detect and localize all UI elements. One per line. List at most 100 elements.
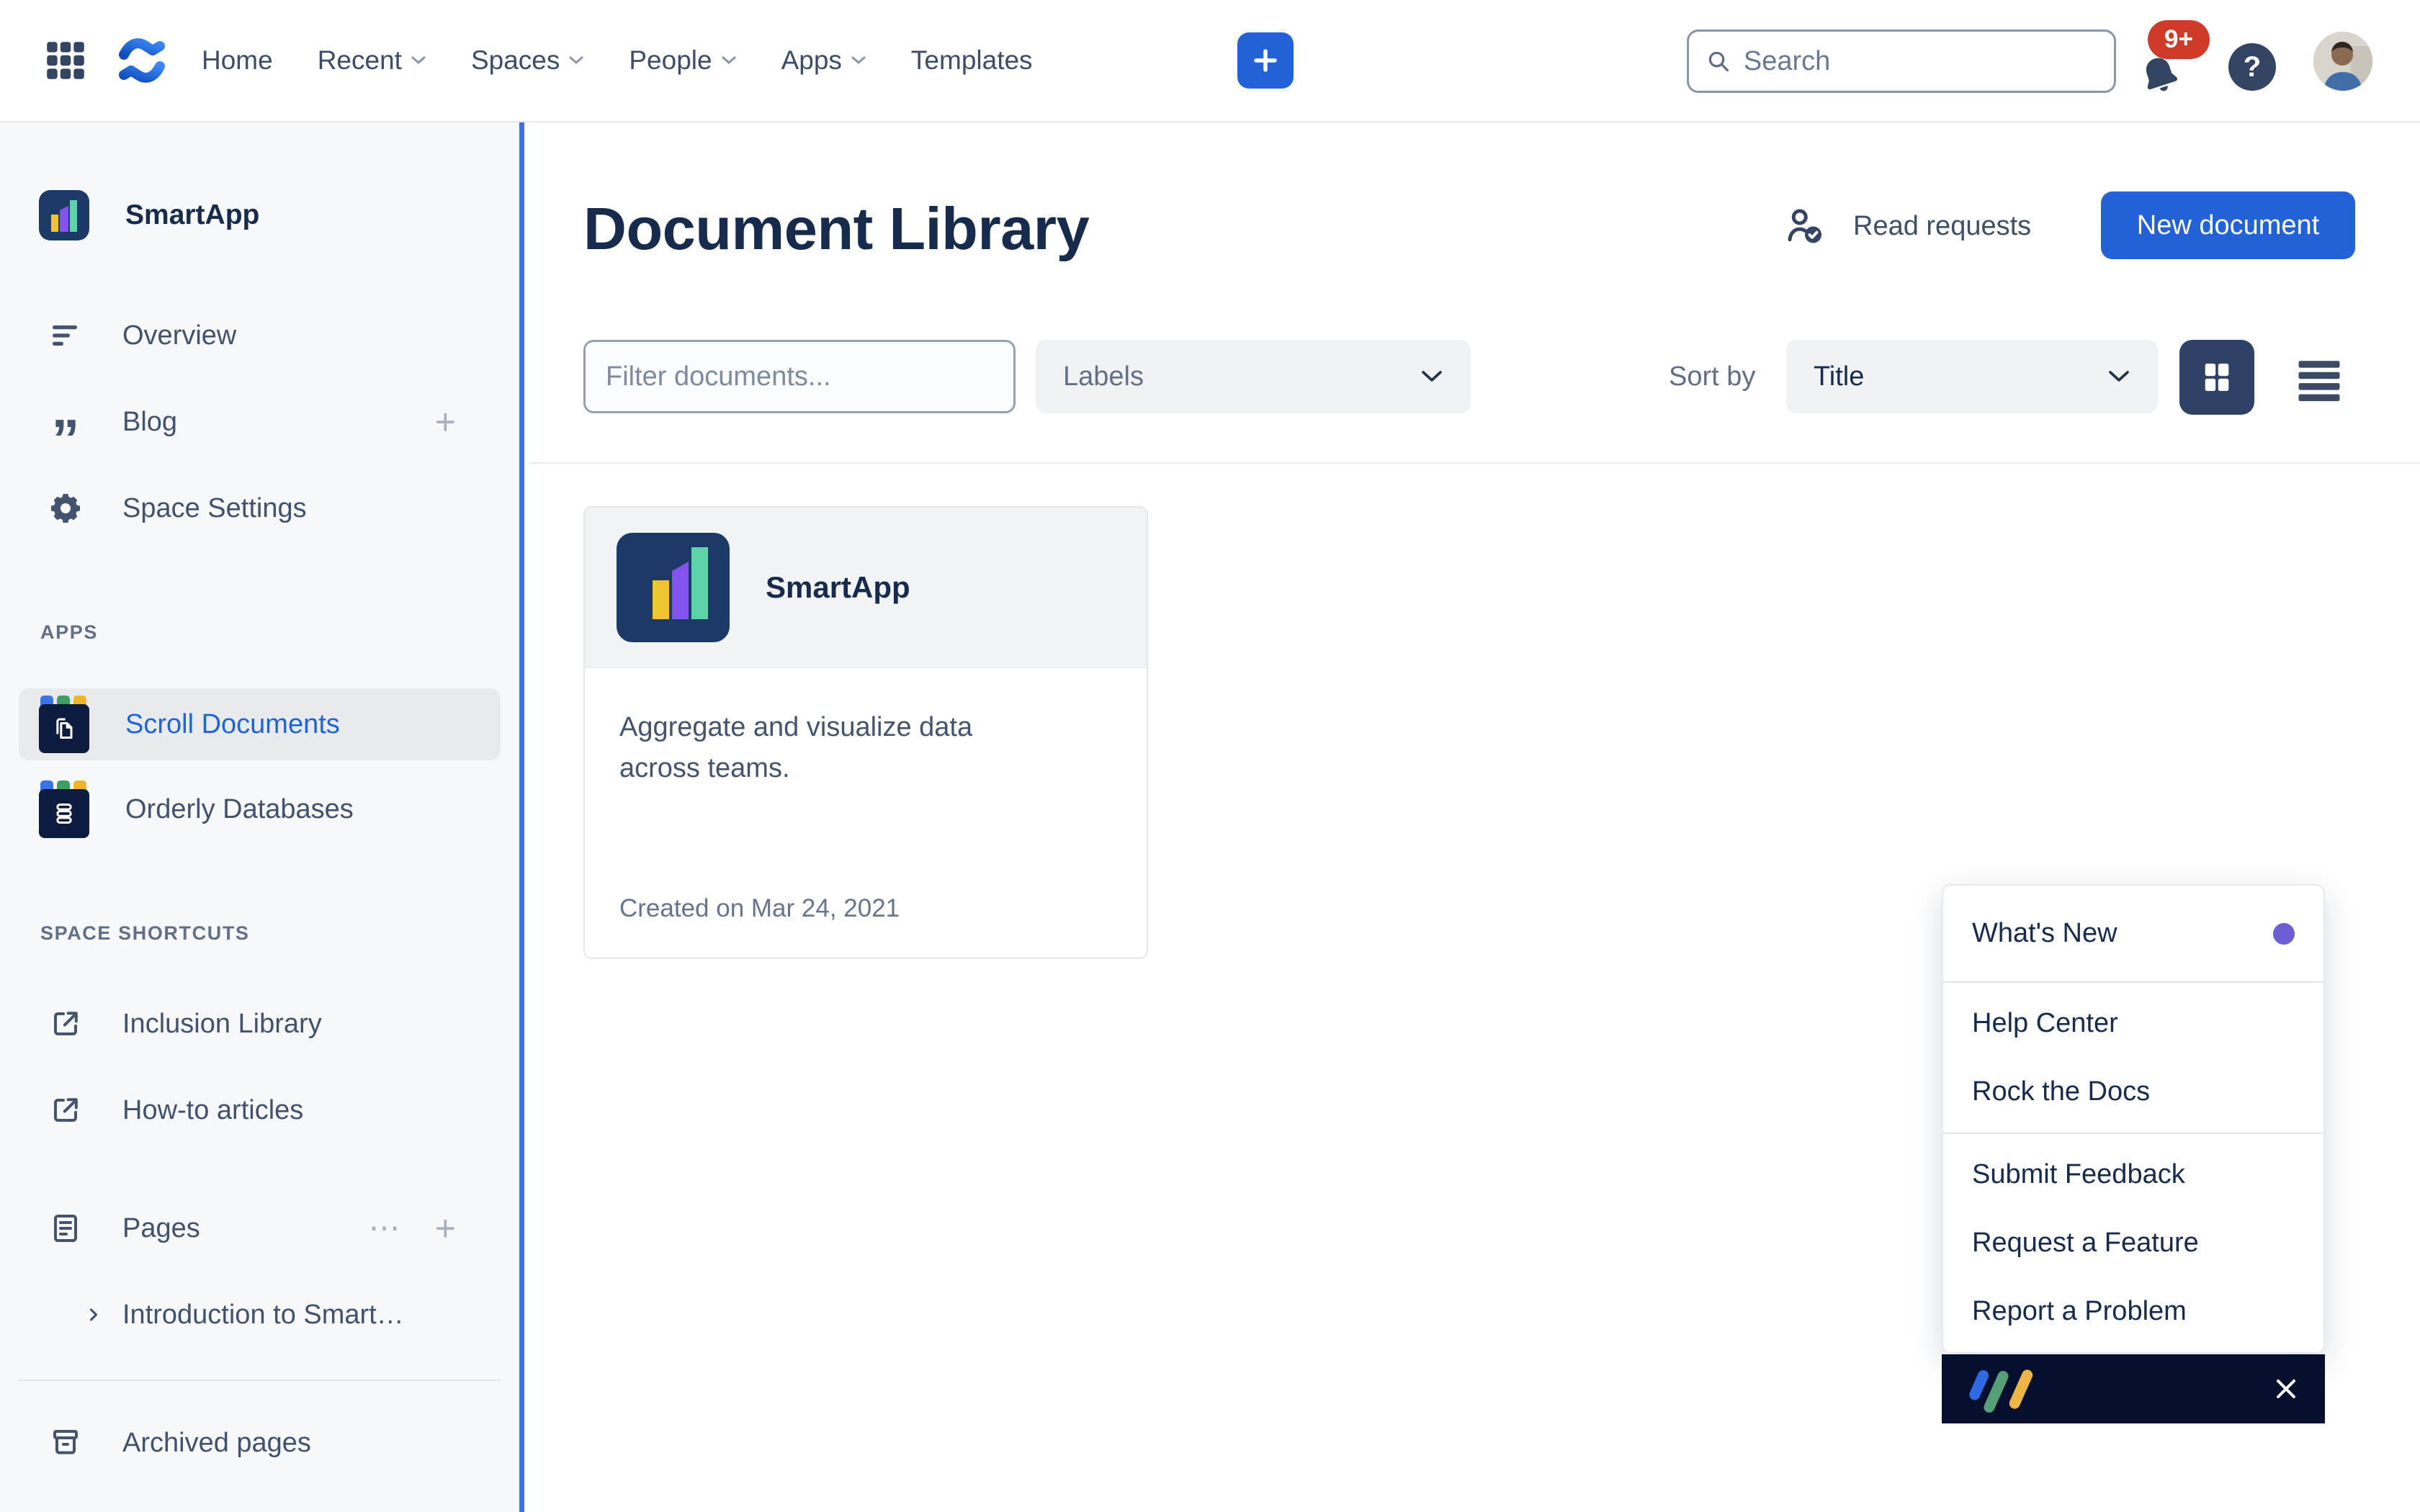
sidebar-item-space-settings[interactable]: Space Settings — [0, 465, 519, 552]
sidebar-item-scroll-documents[interactable]: Scroll Documents — [19, 688, 501, 760]
close-icon — [2273, 1376, 2299, 1402]
filter-documents-input[interactable] — [583, 340, 1016, 413]
add-blog-button[interactable]: + — [435, 404, 456, 440]
sidebar-item-label: Pages — [122, 1213, 200, 1244]
sidebar-item-label: Archived pages — [122, 1428, 311, 1459]
overview-icon — [46, 318, 85, 353]
help-menu-group: Submit Feedback Request a Feature Report… — [1943, 1134, 2323, 1352]
menu-item-label: What's New — [1972, 918, 2118, 949]
page-tree-item-introduction[interactable]: Introduction to Smart… — [0, 1272, 519, 1358]
chevron-down-icon — [2107, 369, 2130, 384]
sidebar-item-label: Space Settings — [122, 493, 307, 524]
main-content: Document Library Read requests New docum… — [529, 124, 2420, 1512]
menu-item-label: Request a Feature — [1972, 1228, 2199, 1259]
search-icon — [1705, 46, 1732, 76]
confluence-logo-icon[interactable] — [115, 37, 169, 84]
nav-item-label: Spaces — [471, 45, 560, 76]
menu-item-help-center[interactable]: Help Center — [1943, 989, 2323, 1058]
menu-item-label: Report a Problem — [1972, 1296, 2187, 1327]
sidebar-item-archived-pages[interactable]: Archived pages — [0, 1400, 519, 1486]
help-button[interactable]: ? — [2228, 43, 2276, 91]
sort-dropdown-value: Title — [1814, 361, 1864, 392]
help-menu-group: Help Center Rock the Docs — [1943, 983, 2323, 1133]
sidebar-item-label: Blog — [122, 407, 177, 438]
toolbar-divider — [529, 462, 2420, 464]
sidebar-divider — [19, 1380, 501, 1381]
menu-item-whats-new[interactable]: What's New — [1943, 892, 2323, 975]
chevron-right-icon[interactable] — [84, 1305, 104, 1325]
nav-item-apps[interactable]: Apps — [781, 45, 866, 76]
list-view-icon — [2292, 351, 2347, 405]
nav-item-recent[interactable]: Recent — [318, 45, 426, 76]
nav-item-label: Apps — [781, 45, 842, 76]
sidebar-item-orderly-databases[interactable]: Orderly Databases — [19, 773, 501, 845]
nav-item-home[interactable]: Home — [202, 45, 273, 76]
nav-item-people[interactable]: People — [629, 45, 736, 76]
read-requests-label: Read requests — [1853, 211, 2031, 242]
menu-item-label: Submit Feedback — [1972, 1159, 2185, 1190]
new-indicator-dot — [2273, 923, 2295, 945]
space-name: SmartApp — [125, 199, 259, 231]
confluence-app: Home Recent Spaces People Apps Templates — [0, 0, 2420, 1512]
top-navigation-bar: Home Recent Spaces People Apps Templates — [0, 0, 2420, 122]
document-card-description: Aggregate and visualize data across team… — [619, 707, 1059, 789]
space-header[interactable]: SmartApp — [39, 190, 519, 240]
plus-icon — [1251, 46, 1280, 75]
grid-view-icon — [2196, 356, 2238, 398]
nav-item-label: People — [629, 45, 712, 76]
document-card-header: SmartApp — [585, 508, 1147, 668]
grid-view-button[interactable] — [2179, 340, 2254, 415]
nav-item-templates[interactable]: Templates — [911, 45, 1033, 76]
sidebar-item-overview[interactable]: Overview — [0, 292, 519, 379]
menu-item-submit-feedback[interactable]: Submit Feedback — [1943, 1140, 2323, 1209]
chevron-down-icon — [721, 55, 737, 66]
menu-item-report-a-problem[interactable]: Report a Problem — [1943, 1277, 2323, 1346]
new-document-button[interactable]: New document — [2101, 192, 2355, 259]
page-tree-item-label: Introduction to Smart… — [122, 1300, 404, 1331]
pages-more-button[interactable]: ⋯ — [369, 1212, 400, 1244]
sidebar-item-label: Inclusion Library — [122, 1009, 322, 1040]
sidebar-item-label: How-to articles — [122, 1095, 303, 1126]
menu-item-rock-the-docs[interactable]: Rock the Docs — [1943, 1058, 2323, 1126]
banner-close-button[interactable] — [2273, 1376, 2299, 1402]
sidebar-item-inclusion-library[interactable]: Inclusion Library — [0, 981, 519, 1067]
search-input[interactable] — [1744, 46, 2098, 77]
sort-by-label: Sort by — [1669, 340, 1755, 413]
document-card-title: SmartApp — [766, 570, 910, 605]
sort-dropdown[interactable]: Title — [1786, 340, 2158, 413]
read-requests-button[interactable]: Read requests — [1783, 204, 2031, 248]
archive-icon — [46, 1426, 85, 1460]
labels-dropdown-value: Labels — [1063, 361, 1144, 392]
space-shortcuts-section-header: SPACE SHORTCUTS — [40, 919, 519, 948]
person-check-icon — [1783, 204, 1826, 248]
notification-count-badge: 9+ — [2148, 20, 2210, 59]
vendor-logo-icon — [1968, 1364, 2025, 1414]
sidebar-item-label: Overview — [122, 320, 236, 351]
nav-item-label: Home — [202, 45, 273, 76]
menu-item-request-a-feature[interactable]: Request a Feature — [1943, 1209, 2323, 1277]
notifications-button[interactable]: 9+ — [2136, 40, 2201, 105]
gear-icon — [46, 491, 85, 526]
external-link-icon — [46, 1093, 85, 1128]
list-view-button[interactable] — [2291, 350, 2347, 406]
nav-item-spaces[interactable]: Spaces — [471, 45, 584, 76]
labels-dropdown[interactable]: Labels — [1036, 340, 1471, 413]
chevron-down-icon — [1420, 369, 1443, 384]
create-button[interactable] — [1237, 32, 1294, 89]
scroll-documents-icon — [39, 696, 89, 753]
sidebar-item-label: Scroll Documents — [125, 709, 340, 740]
app-switcher-icon[interactable] — [42, 37, 89, 84]
document-card-smartapp[interactable]: SmartApp Aggregate and visualize data ac… — [583, 506, 1148, 959]
sidebar-item-how-to-articles[interactable]: How-to articles — [0, 1067, 519, 1153]
document-card-created-date: Created on Mar 24, 2021 — [619, 894, 900, 923]
chevron-down-icon — [851, 55, 866, 66]
user-avatar[interactable] — [2313, 32, 2372, 91]
add-page-button[interactable]: + — [435, 1210, 456, 1246]
sidebar-item-pages[interactable]: Pages ⋯ + — [0, 1185, 519, 1272]
help-popup-menu: What's New Help Center Rock the Docs Sub… — [1942, 884, 2325, 1354]
sidebar-item-label: Orderly Databases — [125, 794, 354, 825]
space-icon — [39, 190, 89, 240]
apps-section-header: APPS — [40, 618, 519, 647]
nav-item-label: Templates — [911, 45, 1033, 76]
sidebar-item-blog[interactable]: ” Blog + — [0, 379, 519, 465]
